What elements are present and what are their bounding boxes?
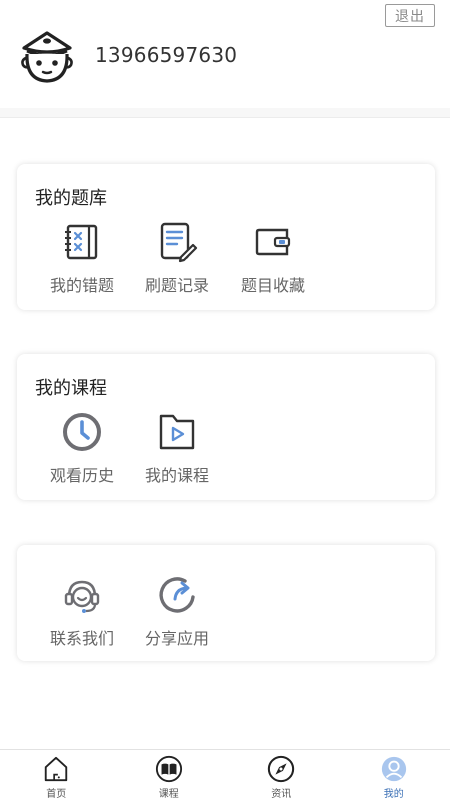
watch-history-label: 观看历史	[49, 466, 114, 485]
avatar-icon[interactable]	[18, 30, 76, 84]
user-profile-icon	[381, 756, 406, 782]
tab-news-label: 资讯	[271, 789, 292, 800]
other-actions-card: 联系我们 分享应用	[17, 545, 435, 661]
favorites-label: 题目收藏	[240, 276, 305, 295]
share-arrow-icon	[159, 577, 195, 613]
my-courses-item[interactable]: 我的课程	[137, 410, 217, 486]
practice-record-label: 刷题记录	[144, 276, 209, 295]
tab-profile[interactable]: 我的	[338, 750, 450, 800]
favorites-wallet-icon	[255, 228, 291, 256]
bottom-tab-bar: 首页 课程 资讯 我的	[0, 749, 450, 800]
tab-home-label: 首页	[46, 789, 67, 800]
wrong-questions-item[interactable]: 我的错题	[42, 220, 122, 296]
clock-history-icon	[63, 413, 101, 451]
share-app-label: 分享应用	[144, 629, 209, 648]
tab-courses[interactable]: 课程	[113, 750, 226, 800]
tab-profile-label: 我的	[383, 789, 404, 800]
header-divider	[0, 108, 450, 118]
wrong-questions-notebook-icon	[65, 224, 98, 260]
profile-header: 退出 13966597630	[0, 0, 450, 108]
watch-history-item[interactable]: 观看历史	[42, 410, 122, 486]
question-bank-title: 我的题库	[35, 188, 107, 209]
practice-record-item[interactable]: 刷题记录	[137, 220, 217, 296]
tab-courses-label: 课程	[158, 789, 179, 800]
logout-button[interactable]: 退出	[385, 4, 435, 27]
my-courses-label: 我的课程	[144, 466, 209, 485]
video-folder-icon	[159, 414, 195, 450]
user-phone-number: 13966597630	[95, 43, 238, 67]
favorites-item[interactable]: 题目收藏	[233, 220, 313, 296]
tab-news[interactable]: 资讯	[225, 750, 338, 800]
wrong-questions-label: 我的错题	[49, 276, 114, 295]
headset-support-icon	[64, 580, 100, 613]
share-app-item[interactable]: 分享应用	[137, 573, 217, 649]
contact-us-item[interactable]: 联系我们	[42, 573, 122, 649]
practice-record-edit-icon	[160, 222, 198, 263]
home-icon	[45, 756, 68, 782]
book-icon	[155, 755, 182, 783]
courses-card: 我的课程 观看历史 我的课程	[17, 354, 435, 500]
compass-icon	[268, 755, 295, 783]
question-bank-card: 我的题库 我的错题 刷题记录 题目收藏	[17, 164, 435, 310]
contact-us-label: 联系我们	[49, 629, 114, 648]
courses-title: 我的课程	[35, 378, 107, 399]
tab-home[interactable]: 首页	[0, 750, 113, 800]
